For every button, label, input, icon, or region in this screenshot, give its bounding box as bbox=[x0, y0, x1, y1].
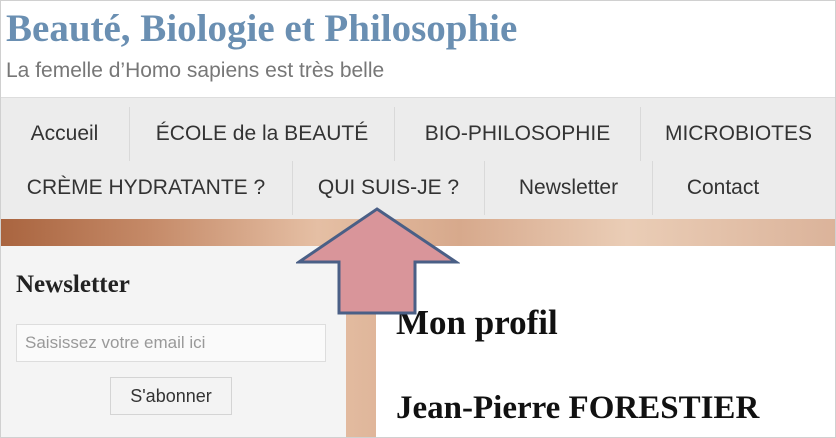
nav-item-newsletter[interactable]: Newsletter bbox=[485, 161, 653, 215]
up-arrow-icon bbox=[296, 207, 460, 315]
nav-item-ecole-de-la-beaute[interactable]: ÉCOLE de la BEAUTÉ bbox=[130, 107, 395, 161]
nav-item-microbiotes[interactable]: MICROBIOTES bbox=[641, 107, 836, 161]
site-tagline: La femelle d’Homo sapiens est très belle bbox=[6, 59, 385, 82]
nav-item-bio-philosophie[interactable]: BIO-PHILOSOPHIE bbox=[395, 107, 641, 161]
annotation-arrow-shape bbox=[296, 207, 460, 315]
main-navigation: Accueil ÉCOLE de la BEAUTÉ BIO-PHILOSOPH… bbox=[0, 97, 836, 220]
email-input[interactable] bbox=[16, 324, 326, 362]
subscribe-button[interactable]: S'abonner bbox=[110, 377, 232, 415]
nav-row-1: Accueil ÉCOLE de la BEAUTÉ BIO-PHILOSOPH… bbox=[0, 107, 836, 161]
profile-name: Jean-Pierre FORESTIER bbox=[396, 390, 760, 426]
nav-item-creme-hydratante[interactable]: CRÈME HYDRATANTE ? bbox=[0, 161, 293, 215]
site-title[interactable]: Beauté, Biologie et Philosophie bbox=[6, 6, 517, 52]
newsletter-widget-title: Newsletter bbox=[16, 271, 130, 298]
nav-item-contact[interactable]: Contact bbox=[653, 161, 793, 215]
nav-item-accueil[interactable]: Accueil bbox=[0, 107, 130, 161]
